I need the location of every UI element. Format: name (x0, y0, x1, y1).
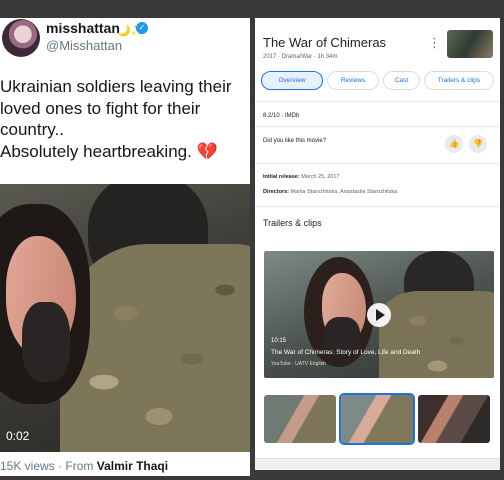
movie-poster[interactable] (447, 30, 493, 58)
avatar[interactable] (2, 19, 40, 57)
movie-knowledge-panel: The War of Chimeras ⋮ 2017 · Drama/War ·… (255, 18, 500, 470)
tab-overview[interactable]: Overview (261, 71, 323, 90)
like-question: Did you like this movie? (263, 138, 327, 144)
release-date: March 25, 2017 (301, 174, 340, 180)
divider (255, 206, 500, 207)
clip-thumbnail[interactable] (264, 395, 336, 443)
clip-source: YouTube · UATV English (271, 361, 326, 367)
tweet-card: misshattan 🌙✨ ✓ @Misshattan Ukrainian so… (0, 18, 250, 476)
clip-thumbnails (264, 393, 494, 445)
from-account-link[interactable]: Valmir Thaqi (97, 459, 168, 473)
directors-info: Directors: Mariia Starozhitska, Anastasi… (263, 189, 397, 195)
play-icon[interactable] (367, 303, 391, 327)
tab-cast[interactable]: Cast (383, 71, 420, 90)
release-info: Initial release: March 25, 2017 (263, 174, 339, 180)
from-label: From (65, 459, 94, 473)
broken-heart-icon: 💔 (196, 141, 218, 161)
imdb-rating[interactable]: 8.2/10 · IMDb (263, 113, 299, 119)
view-count: 15K views (0, 459, 55, 473)
hand (22, 302, 70, 382)
clip-duration: 10:15 (271, 338, 287, 344)
clip-thumbnail-selected[interactable] (339, 393, 415, 445)
movie-meta: 2017 · Drama/War · 1h 34m (263, 54, 338, 60)
tweet-footer: 15K views · From Valmir Thaqi (0, 459, 168, 473)
tweet-video[interactable]: 0:02 (0, 184, 250, 452)
directors-label: Directors: (263, 189, 289, 195)
divider (255, 163, 500, 164)
tweet-text: Ukrainian soldiers leaving their loved o… (0, 76, 250, 162)
clip-soldier-camo (379, 291, 494, 378)
divider (255, 126, 500, 127)
tab-trailers-clips[interactable]: Trailers & clips (424, 71, 494, 90)
tweet-header: misshattan 🌙✨ ✓ @Misshattan (0, 18, 250, 72)
video-timestamp: 0:02 (6, 429, 30, 443)
trailer-video[interactable]: 10:15 The War of Chimeras: Story of Love… (264, 251, 494, 378)
thumbs-down-icon[interactable]: 👎 (469, 135, 487, 153)
bottom-bar (255, 458, 500, 470)
more-options-icon[interactable]: ⋮ (428, 35, 441, 51)
directors-names[interactable]: Mariia Starozhitska, Anastasiia Starozhi… (291, 189, 398, 195)
divider (255, 101, 500, 102)
release-label: Initial release: (263, 174, 300, 180)
clip-thumbnail[interactable] (418, 395, 490, 443)
clip-title[interactable]: The War of Chimeras: Story of Love, Life… (271, 349, 420, 356)
trailers-heading: Trailers & clips (263, 218, 322, 228)
footer-separator: · (58, 459, 63, 473)
tab-reviews[interactable]: Reviews (327, 71, 379, 90)
verified-badge-icon: ✓ (136, 22, 148, 34)
thumbs-up-icon[interactable]: 👍 (445, 135, 463, 153)
author-handle[interactable]: @Misshattan (46, 38, 122, 53)
author-name[interactable]: misshattan (46, 20, 120, 36)
movie-title: The War of Chimeras (263, 35, 387, 50)
movie-tabs: Overview Reviews Cast Trailers & clips (261, 71, 497, 91)
